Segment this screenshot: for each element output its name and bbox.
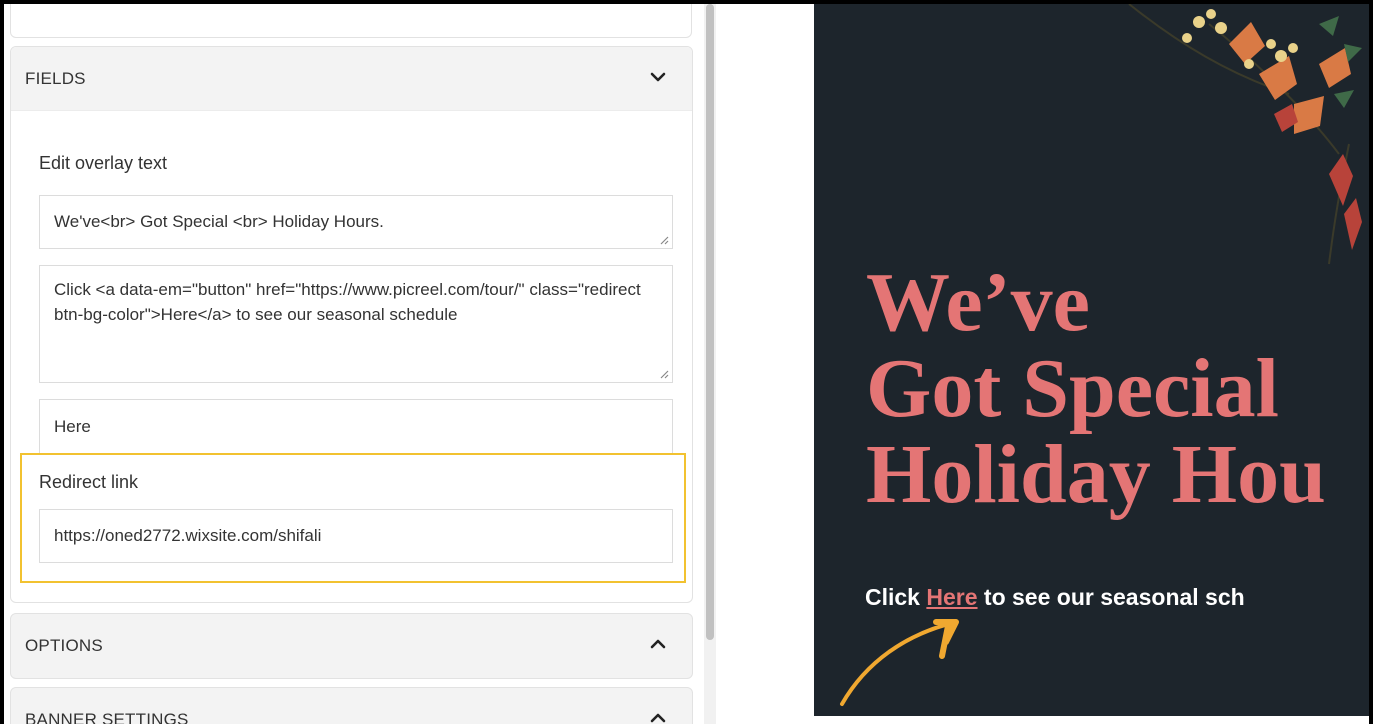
chevron-down-icon[interactable] <box>650 69 666 85</box>
banner-settings-section-header[interactable]: BANNER SETTINGS <box>10 687 693 724</box>
preview-subtext-after: to see our seasonal sch <box>977 584 1245 610</box>
subtext-textarea[interactable]: Click <a data-em="button" href="https://… <box>39 265 673 383</box>
options-section-header[interactable]: OPTIONS <box>10 613 693 679</box>
resize-handle-icon[interactable] <box>659 369 669 379</box>
button-text-input-value: Here <box>54 417 91 436</box>
preview-subtext-before: Click <box>865 584 927 610</box>
chevron-up-icon[interactable] <box>650 710 666 724</box>
panel-divider <box>716 4 734 724</box>
fields-section-header[interactable]: FIELDS <box>11 47 692 111</box>
preview-here-link[interactable]: Here <box>926 584 977 610</box>
options-section-title: OPTIONS <box>25 636 103 655</box>
edit-overlay-text-label: Edit overlay text <box>39 153 168 173</box>
fields-section-title: FIELDS <box>25 69 86 88</box>
preview-headline-line-1: We’ve <box>866 256 1090 349</box>
floral-decoration <box>1128 4 1362 265</box>
preview-headline-line-2: Got Special <box>866 342 1279 435</box>
app-frame: FIELDS Edit overlay text We've<br> Got S… <box>4 4 1369 724</box>
banner-preview: We’ve Got Special Holiday Hou Click Here… <box>814 4 1369 716</box>
arrow-annotation-icon <box>840 619 959 706</box>
headline-textarea[interactable]: We've<br> Got Special <br> Holiday Hours… <box>39 195 673 249</box>
scrollbar-thumb[interactable] <box>706 4 714 640</box>
button-text-input[interactable]: Here <box>39 399 673 455</box>
subtext-textarea-value: Click <a data-em="button" href="https://… <box>54 280 641 324</box>
preview-headline-line-3: Holiday Hou <box>866 428 1326 521</box>
previous-section-card <box>10 4 692 38</box>
editor-panel: FIELDS Edit overlay text We've<br> Got S… <box>4 4 704 724</box>
redirect-link-highlight <box>20 453 686 583</box>
headline-textarea-value: We've<br> Got Special <br> Holiday Hours… <box>54 212 384 231</box>
preview-headline: We’ve Got Special Holiday Hou <box>866 260 1326 518</box>
preview-subtext: Click Here to see our seasonal sch <box>865 584 1245 611</box>
banner-settings-section-title: BANNER SETTINGS <box>25 710 189 724</box>
resize-handle-icon[interactable] <box>659 235 669 245</box>
chevron-up-icon[interactable] <box>650 636 666 652</box>
